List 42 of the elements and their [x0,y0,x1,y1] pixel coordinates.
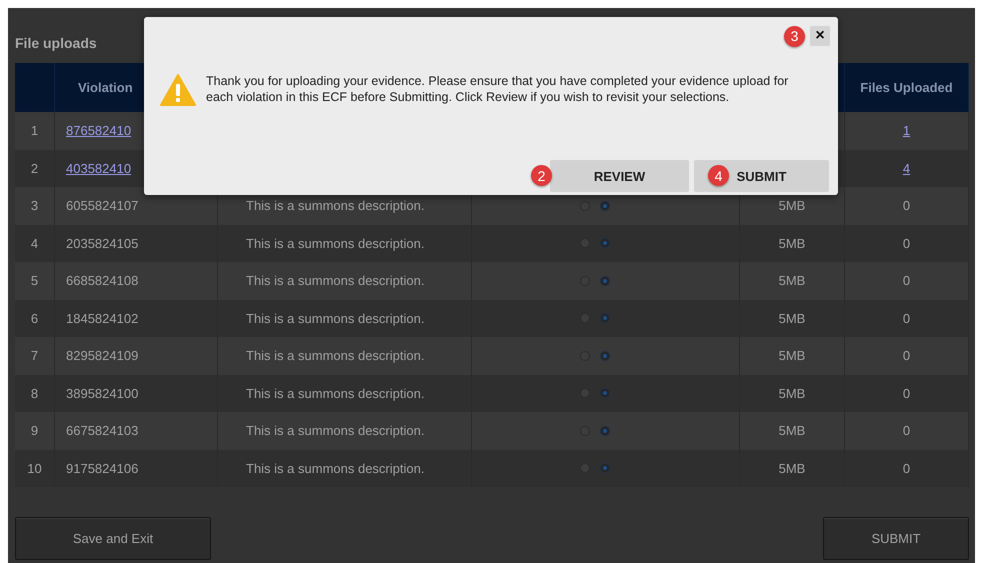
violation-number: 9175824106 [66,460,138,476]
violation-number: 3895824100 [66,386,138,401]
violation-number: 2035824105 [66,236,138,251]
files-link[interactable]: 4 [902,160,910,176]
files-link[interactable]: 1 [902,123,910,138]
radio-button[interactable] [600,276,610,286]
warning-icon [160,74,196,106]
column-header: Files Uploaded [860,80,953,95]
save-exit-button[interactable]: Save and Exit [15,517,211,560]
review-button[interactable]: REVIEW [550,160,689,192]
files-count: 0 [902,386,910,401]
radio-button[interactable] [600,350,610,361]
column-header: Violation [78,80,133,95]
radio-button[interactable] [600,200,610,211]
violation-link[interactable]: 403582410 [66,160,132,176]
radio-button[interactable] [600,388,610,398]
files-count: 0 [902,348,910,364]
submit-button[interactable]: SUBMIT [823,517,969,560]
files-count: 0 [902,423,910,438]
violation-number: 6685824108 [66,273,138,288]
description-cell: This is a summons description. [218,450,472,487]
radio-button[interactable] [600,463,610,474]
file-size: 5MB [740,450,845,487]
step-badge: 2 [531,165,552,186]
files-count: 0 [902,460,910,476]
close-button[interactable]: × [810,26,830,46]
violation-number: 6055824107 [66,198,138,214]
step-badge: 3 [784,26,805,46]
files-count: 0 [902,236,910,251]
radio-button[interactable] [600,313,610,324]
radio-button[interactable] [600,238,610,248]
dialog-message: Thank you for uploading your evidence. Please ensure that you have completed your evidence upload for each violation in this ECF before Submitting. Click Review if you wish to revisit your selections. [206,73,790,106]
radio-button[interactable] [600,426,610,436]
files-count: 0 [902,310,910,326]
violation-number: 8295824109 [66,348,138,364]
violation-number: 1845824102 [66,310,138,326]
row-number: 10 [15,450,55,487]
page-title: File uploads [15,35,97,51]
files-count: 0 [902,198,910,214]
violation-number: 6675824103 [66,423,138,438]
violation-link[interactable]: 876582410 [66,123,132,138]
files-count: 0 [902,273,910,288]
